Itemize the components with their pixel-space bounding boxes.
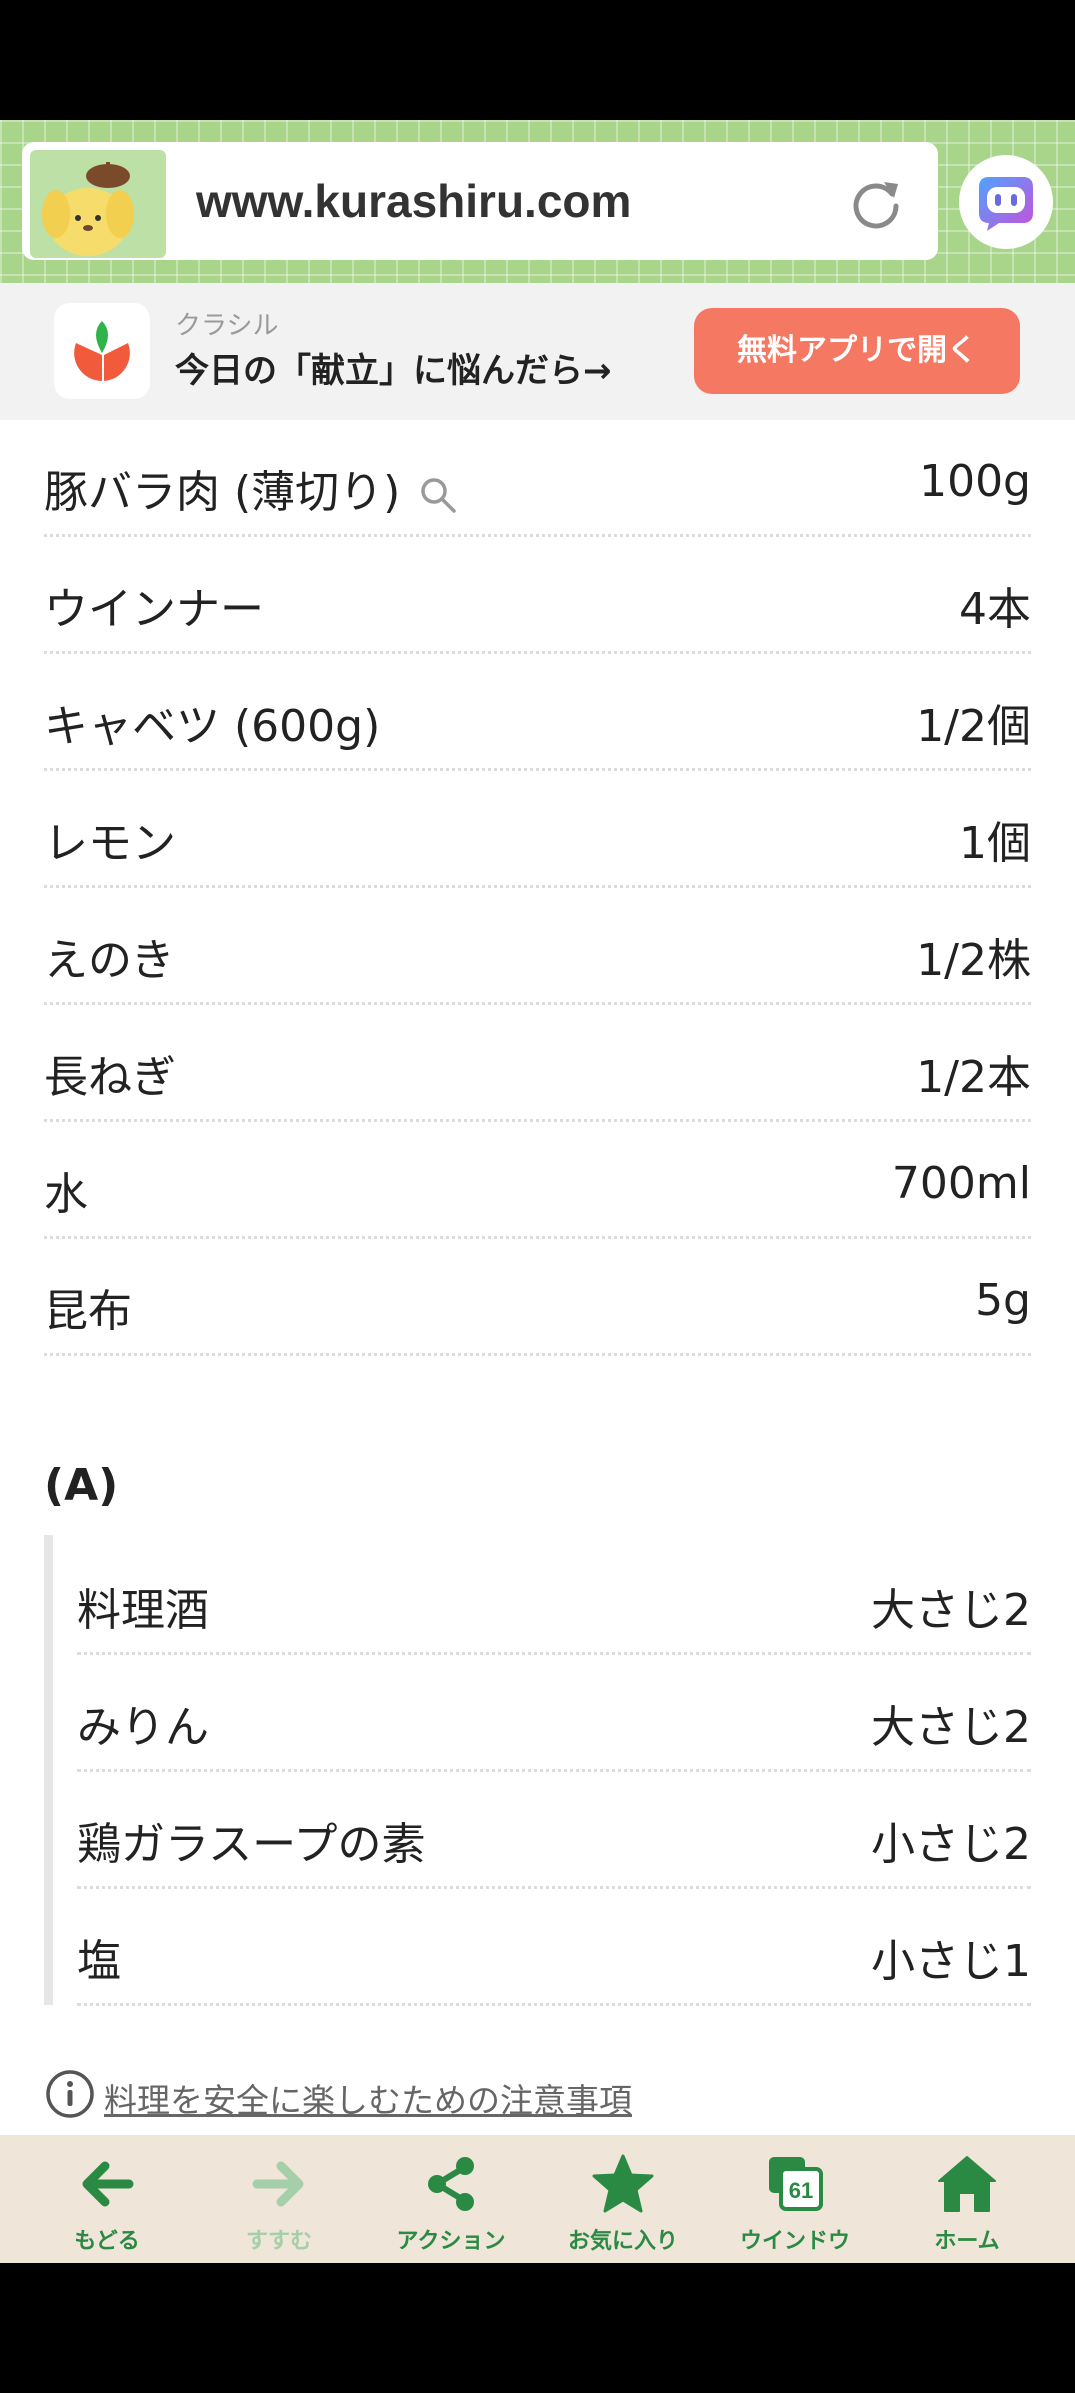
ingredient-amount: 大さじ2 <box>871 1585 1031 1636</box>
nav-home-button[interactable]: ホーム <box>882 2135 1052 2263</box>
ingredient-name: ウインナー <box>44 584 264 635</box>
arrow-left-icon <box>82 2161 134 2207</box>
group-ingredient-row: 料理酒 大さじ2 <box>77 1538 1031 1655</box>
status-bar <box>0 0 1075 120</box>
ingredient-row: 長ねぎ 1/2本 <box>44 1005 1031 1122</box>
group-ingredient-row: みりん 大さじ2 <box>77 1655 1031 1772</box>
assistant-robot-icon <box>979 177 1033 231</box>
ingredient-row: キャベツ (600g) 1/2個 <box>44 654 1031 771</box>
ingredient-amount: 小さじ1 <box>871 1936 1031 1987</box>
ingredient-name: えのき <box>44 935 175 986</box>
ingredient-amount: 1/2株 <box>916 935 1031 986</box>
info-icon <box>46 2070 94 2118</box>
ingredient-name: 長ねぎ <box>44 1052 176 1103</box>
ingredient-name: 鶏ガラスープの素 <box>77 1819 426 1870</box>
reload-icon[interactable] <box>848 176 904 232</box>
safety-notice-link[interactable]: 料理を安全に楽しむための注意事項 <box>104 2074 632 2122</box>
system-navigation-area <box>0 2263 1075 2393</box>
nav-back-button[interactable]: もどる <box>22 2135 192 2263</box>
ingredient-name: レモン <box>44 818 176 869</box>
ingredient-group-heading: (A) <box>44 1460 119 1511</box>
kurashiru-app-logo <box>54 303 150 399</box>
open-in-app-button[interactable]: 無料アプリで開く <box>694 308 1020 394</box>
arrow-right-icon <box>252 2161 304 2207</box>
ingredient-row: えのき 1/2株 <box>44 888 1031 1005</box>
ingredient-name: みりん <box>77 1702 209 1753</box>
ingredient-amount: 小さじ2 <box>871 1819 1031 1870</box>
nav-label: アクション <box>396 2229 506 2254</box>
ingredient-row: 水 700ml <box>44 1122 1031 1239</box>
search-icon[interactable] <box>418 475 458 515</box>
ingredient-name: 水 <box>44 1169 88 1220</box>
ingredient-amount: 700ml <box>891 1158 1031 1209</box>
ingredient-row: レモン 1個 <box>44 771 1031 888</box>
url-text: www.kurashiru.com <box>196 175 632 227</box>
nav-label: お気に入り <box>567 2229 678 2254</box>
ingredient-amount: 5g <box>975 1275 1031 1326</box>
ai-assistant-button[interactable] <box>959 155 1053 249</box>
ingredients-section: 豚バラ肉 (薄切り) 100g ウインナー 4本 キャベツ (600g) 1/2… <box>0 420 1075 2135</box>
ingredient-row: 昆布 5g <box>44 1239 1031 1356</box>
browser-toolbar: www.kurashiru.com <box>0 120 1075 283</box>
ingredient-name: キャベツ (600g) <box>44 701 381 752</box>
nav-label: すすむ <box>245 2229 312 2254</box>
nav-favorites-button[interactable]: お気に入り <box>538 2135 708 2263</box>
ingredient-name: 料理酒 <box>77 1585 209 1636</box>
nav-action-button[interactable]: アクション <box>366 2135 536 2263</box>
nav-label: ウインドウ <box>739 2229 850 2254</box>
group-ingredient-row: 鶏ガラスープの素 小さじ2 <box>77 1772 1031 1889</box>
ingredient-amount: 1/2個 <box>916 701 1031 752</box>
share-icon <box>428 2157 474 2211</box>
theme-character-thumbnail[interactable] <box>30 150 166 258</box>
group-indent-bar <box>44 1535 53 2005</box>
ingredient-row: 豚バラ肉 (薄切り) 100g <box>44 420 1031 537</box>
home-icon <box>938 2156 996 2212</box>
ingredient-amount: 4本 <box>959 584 1031 635</box>
nav-forward-button[interactable]: すすむ <box>194 2135 364 2263</box>
address-bar[interactable]: www.kurashiru.com <box>22 142 938 260</box>
app-tagline: 今日の「献立」に悩んだら→ <box>175 351 612 391</box>
ingredient-name[interactable]: 豚バラ肉 (薄切り) <box>44 456 458 520</box>
ingredient-amount: 大さじ2 <box>871 1702 1031 1753</box>
window-icon: 61 <box>769 2157 823 2211</box>
nav-label: もどる <box>74 2229 140 2254</box>
nav-label: ホーム <box>934 2229 1000 2254</box>
bottom-navigation: もどる すすむ アクション お気に入り 61 ウインドウ ホーム <box>0 2135 1075 2263</box>
ingredient-row: ウインナー 4本 <box>44 537 1031 654</box>
app-name: クラシル <box>175 311 279 341</box>
ingredient-name: 塩 <box>77 1936 121 1987</box>
ingredient-name: 昆布 <box>44 1286 132 1337</box>
ingredient-amount: 1個 <box>959 818 1031 869</box>
star-icon <box>592 2154 654 2213</box>
app-promo-banner: クラシル 今日の「献立」に悩んだら→ 無料アプリで開く <box>0 283 1075 420</box>
group-ingredient-row: 塩 小さじ1 <box>77 1889 1031 2006</box>
nav-window-button[interactable]: 61 ウインドウ <box>710 2135 880 2263</box>
ingredient-amount: 100g <box>919 456 1031 507</box>
window-count-badge: 61 <box>789 2178 813 2203</box>
ingredient-amount: 1/2本 <box>916 1052 1031 1103</box>
